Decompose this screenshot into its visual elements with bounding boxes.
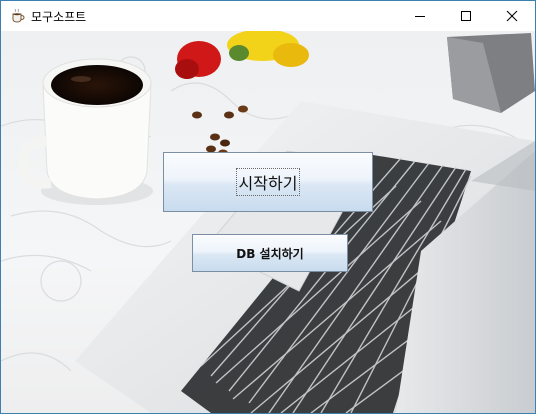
app-window: 모구소프트 시작하기 DB 설치하기 bbox=[0, 0, 536, 414]
content-area: 시작하기 DB 설치하기 bbox=[1, 31, 535, 413]
minimize-button[interactable] bbox=[397, 1, 443, 31]
maximize-button[interactable] bbox=[443, 1, 489, 31]
db-install-button-label: DB 설치하기 bbox=[236, 246, 304, 261]
close-icon bbox=[506, 10, 518, 22]
title-bar[interactable]: 모구소프트 bbox=[1, 1, 535, 31]
close-button[interactable] bbox=[489, 1, 535, 31]
minimize-icon bbox=[415, 16, 425, 17]
coffee-cup-icon bbox=[9, 7, 27, 25]
db-install-button[interactable]: DB 설치하기 bbox=[192, 234, 348, 272]
start-button[interactable]: 시작하기 bbox=[163, 152, 373, 212]
start-button-label: 시작하기 bbox=[235, 168, 301, 196]
window-title: 모구소프트 bbox=[31, 10, 87, 24]
background-photo bbox=[1, 31, 535, 413]
maximize-icon bbox=[461, 11, 471, 21]
